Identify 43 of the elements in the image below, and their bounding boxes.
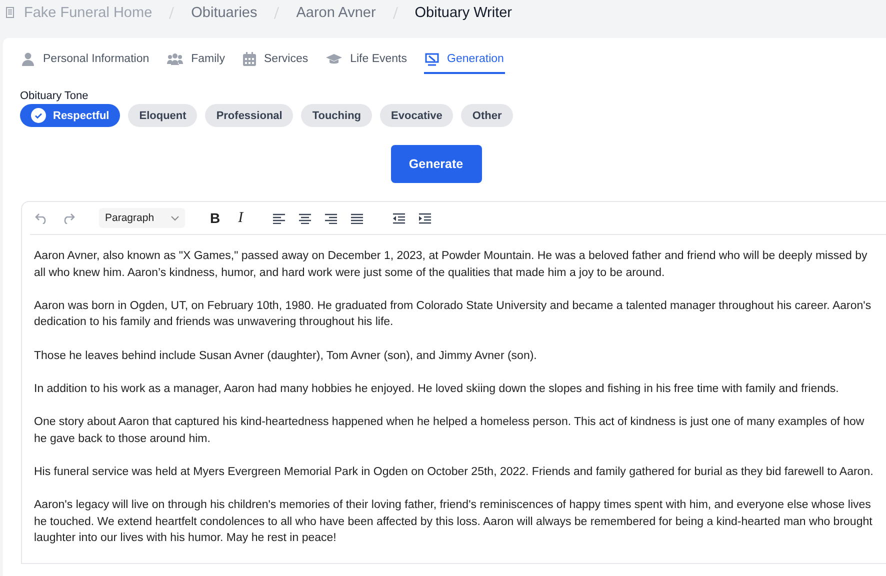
paragraph: One story about Aaron that captured his kind-heartedness happened when he helped a homeless person. This act of kindness is just one of many examples of how he gave back to those around him. (34, 414, 866, 447)
italic-button[interactable]: I (238, 210, 244, 226)
paragraph: Aaron's legacy will live on through his children's memories of their loving father, friend's reminiscences of happy times spent with him, and everyone else whose lives he touched. We extend heartfelt condolences to all who have been affected by this loss. Aaron will always be remembered for being a kind-hearted man who brought laughter into our lives with his humor. May he rest in peace! (34, 498, 874, 546)
generate-button[interactable]: Generate (390, 145, 482, 183)
tab[interactable]: Personal Information (20, 49, 150, 74)
breadcrumb-separator-icon (274, 6, 280, 18)
calendar-icon (243, 52, 256, 66)
edit-screen-icon (425, 52, 440, 66)
graduation-cap-icon (326, 54, 342, 64)
tone-chip[interactable]: Evocative (380, 104, 454, 127)
breadcrumb-link[interactable]: Obituaries (191, 4, 258, 20)
align-justify-icon[interactable] (351, 212, 364, 224)
field-label: Obituary Tone (20, 90, 90, 102)
bold-button[interactable]: B (210, 210, 220, 226)
paragraph: Aaron Avner, also known as "X Games," passed away on December 1, 2023, at Powder Mountain. He was a beloved father and friend who will be deeply missed by all who knew him. Aaron’s kindness, humor, and hard work were just some of the qualities that made him a joy to be around. (34, 249, 868, 281)
breadcrumb-separator-icon (169, 6, 174, 18)
tone-chip[interactable]: Respectful (20, 104, 120, 127)
paragraph: In addition to his work as a manager, Aaron had many hobbies he enjoyed. He loved skiing down the slopes and fishing in his free time with family and friends. (34, 382, 840, 397)
indent-icon[interactable] (419, 212, 432, 224)
align-center-icon[interactable] (299, 212, 312, 224)
paragraph: Those he leaves behind include Susan Avner (daughter), Tom Avner (son), and Jimmy Avner (son). (34, 348, 538, 364)
tab[interactable]: Life Events (325, 49, 408, 74)
breadcrumb-separator-icon (392, 6, 398, 18)
group-icon (167, 53, 184, 65)
tab[interactable]: Services (242, 49, 310, 74)
outdent-icon[interactable] (393, 212, 406, 224)
align-left-icon[interactable] (273, 212, 286, 224)
breadcrumb-link[interactable]: Aaron Avner (296, 4, 376, 20)
tab[interactable]: Family (166, 49, 226, 74)
check-circle-icon (31, 108, 46, 123)
breadcrumb-current: Obituary Writer (414, 4, 512, 20)
paragraph: His funeral service was held at Myers Evergreen Memorial Park in Ogden on October 25th, 2022. Friends and family gathered for burial as they bid farewell to Aaron. (34, 464, 874, 480)
tone-chip[interactable]: Other (461, 104, 513, 127)
chevron-down-icon (171, 216, 179, 220)
person-icon (21, 52, 35, 66)
paragraph: Aaron was born in Ogden, UT, on February 10th, 1980. He graduated from Colorado State University and became a talented manager throughout his career. Aaron's dedication to his family and friends was unwavering throughout his life. (34, 298, 872, 330)
tone-chip[interactable]: Professional (205, 104, 294, 127)
tab[interactable]: Generation (424, 49, 505, 74)
tone-chip[interactable]: Touching (301, 104, 372, 127)
building-icon (6, 7, 14, 18)
align-right-icon[interactable] (325, 212, 338, 224)
block-format-dropdown[interactable]: Paragraph (99, 208, 185, 228)
tone-chip[interactable]: Eloquent (128, 104, 198, 127)
